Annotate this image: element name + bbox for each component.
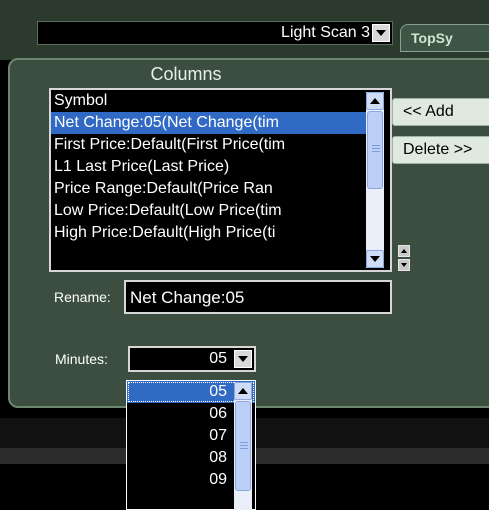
scan-select[interactable]: Light Scan 3 [37,21,393,45]
columns-title: Columns [150,64,222,84]
columns-list[interactable]: Symbol Net Change:05(Net Change(tim Firs… [49,88,392,272]
scroll-down-button[interactable] [366,250,384,268]
tab-topsy[interactable]: TopSy [400,24,489,52]
minutes-select-value: 05 [209,350,227,367]
add-button[interactable]: << Add [392,98,489,126]
minutes-label: Minutes: [55,351,108,367]
chevron-up-icon [238,388,248,394]
scroll-thumb[interactable] [235,401,251,491]
columns-scrollbar[interactable] [366,92,384,268]
list-item-selected[interactable]: Net Change:05(Net Change(tim [51,112,369,134]
list-item[interactable]: L1 Last Price(Last Price) [51,156,369,178]
scan-dropdown-button[interactable] [372,24,390,42]
list-item[interactable]: Symbol [51,90,369,112]
scroll-up-button[interactable] [234,382,252,400]
move-up-button[interactable] [398,245,410,257]
list-item[interactable]: High Price:Default(High Price(ti [51,222,369,244]
chevron-down-icon [370,256,380,262]
dropdown-scrollbar[interactable] [234,382,252,510]
move-down-button[interactable] [398,259,410,271]
minutes-dropdown-button[interactable] [234,350,252,368]
scroll-thumb[interactable] [367,111,383,189]
scan-select-value: Light Scan 3 [281,24,370,41]
rename-label: Rename: [54,289,111,305]
arrow-up-icon [401,249,407,253]
list-item[interactable]: Price Range:Default(Price Ran [51,178,369,200]
list-item[interactable]: Low Price:Default(Low Price(tim [51,200,369,222]
minutes-select[interactable]: 05 [128,346,256,372]
chevron-down-icon [376,30,386,36]
delete-button[interactable]: Delete >> [392,136,489,164]
chevron-down-icon [238,356,248,362]
arrow-down-icon [401,263,407,267]
list-item[interactable]: First Price:Default(First Price(tim [51,134,369,156]
chevron-up-icon [370,98,380,104]
rename-input[interactable]: Net Change:05 [124,280,392,314]
scroll-up-button[interactable] [366,92,384,110]
